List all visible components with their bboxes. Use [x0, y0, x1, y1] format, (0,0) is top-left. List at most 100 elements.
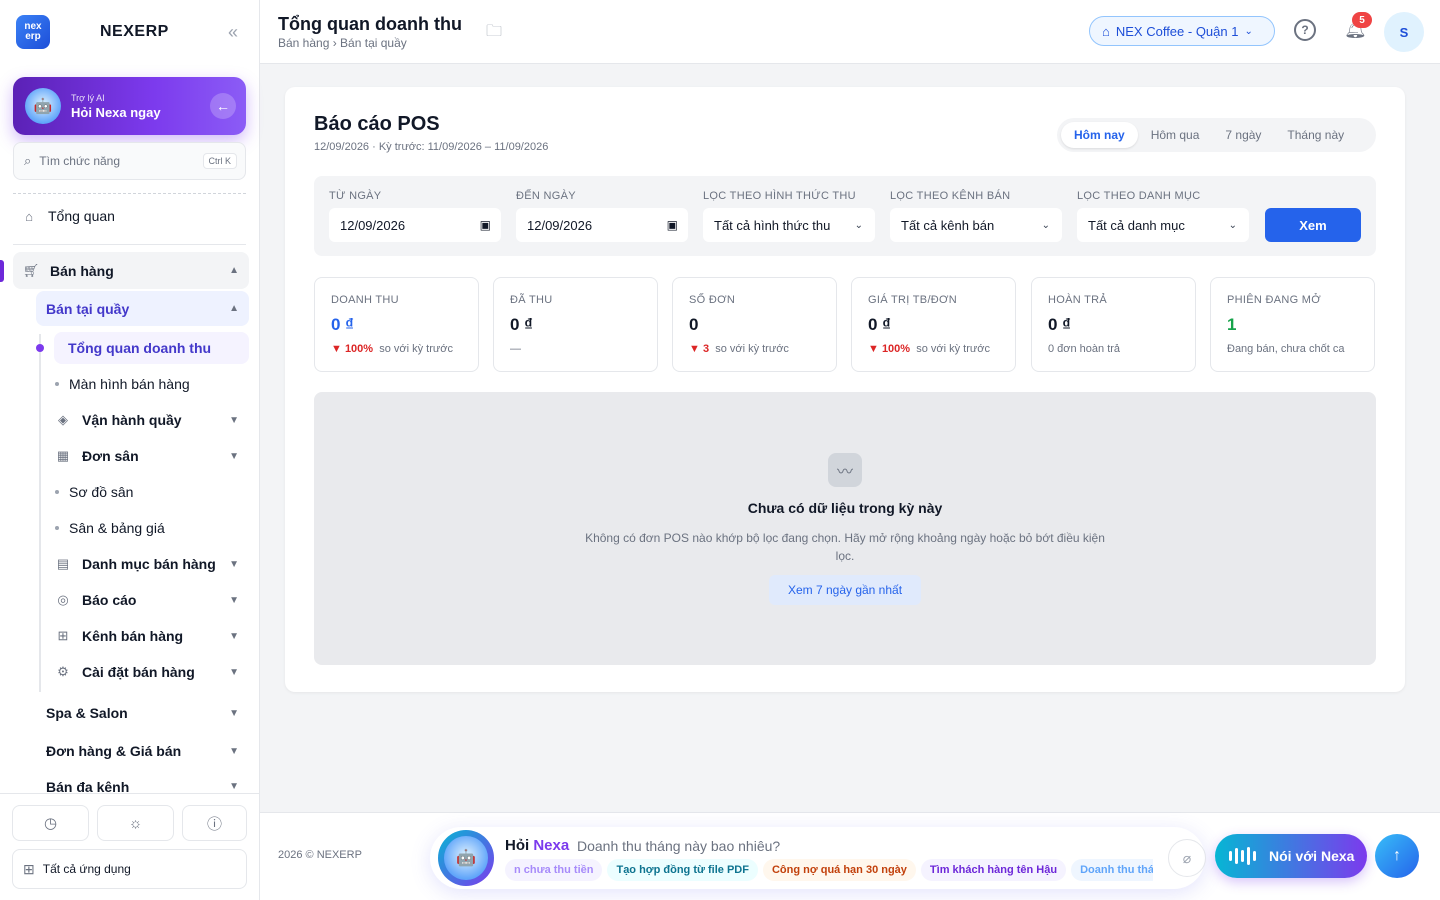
feature-search-input[interactable]: ⌕ Tìm chức năng Ctrl K — [13, 142, 246, 180]
nav-overview[interactable]: ⌂ Tổng quan — [20, 204, 246, 228]
category-select[interactable]: Tất cả danh mục ⌄ — [1077, 208, 1249, 242]
arrow-left-icon[interactable]: ← — [210, 93, 236, 119]
ask-nexa-bar[interactable]: 🤖 Hỏi Nexa Doanh thu tháng này bao nhiêu… — [430, 827, 1206, 889]
alert-circle-icon: ⓘ — [206, 815, 222, 833]
alert-button[interactable]: ⓘ — [182, 805, 247, 841]
ai-assistant-card[interactable]: 🤖 Trợ lý AI Hỏi Nexa ngay ← — [13, 77, 246, 135]
clock-icon: ◷ — [43, 815, 58, 832]
nav-pos[interactable]: Bán tại quầy ▲ — [36, 291, 249, 326]
attach-icon[interactable]: ⌀ — [1168, 839, 1206, 877]
calendar-icon[interactable]: ▣ — [480, 218, 491, 232]
bullet — [55, 526, 59, 530]
nav-court-prices[interactable]: Sân & bảng giá — [55, 518, 245, 538]
ask-input[interactable]: Doanh thu tháng này bao nhiêu? — [577, 838, 780, 854]
stat-delta: ▼ 100% — [868, 343, 911, 355]
to-date-input[interactable]: 12/09/2026 ▣ — [516, 208, 688, 242]
suggestion-chip[interactable]: Tìm khách hàng tên Hậu — [920, 859, 1067, 881]
calendar-icon[interactable]: ▣ — [667, 218, 678, 232]
nexa-avatar: 🤖 — [438, 830, 494, 886]
topbar: Tổng quan doanh thu Bán hàng › Bán tại q… — [260, 0, 1440, 64]
shortcut-hint: Ctrl K — [202, 153, 237, 169]
from-date-input[interactable]: 12/09/2026 ▣ — [329, 208, 501, 242]
period-7-days[interactable]: 7 ngày — [1212, 122, 1274, 148]
nav-sales-catalog-label: Danh mục bán hàng — [82, 556, 216, 572]
to-date-label: ĐẾN NGÀY — [516, 190, 576, 202]
user-avatar[interactable]: S — [1384, 12, 1424, 52]
robot-icon: 🤖 — [444, 836, 488, 880]
suggestion-chip[interactable]: n chưa thu tiền — [505, 859, 603, 881]
period-today[interactable]: Hôm nay — [1061, 122, 1138, 148]
folder-icon[interactable]: 🗀 — [486, 20, 502, 47]
suggestion-chip[interactable]: Công nợ quá hạn 30 ngày — [762, 859, 916, 881]
tree-line — [39, 334, 41, 692]
nexerp-logo[interactable]: nex erp — [16, 15, 50, 49]
view-last-7-days-button[interactable]: Xem 7 ngày gần nhất — [769, 575, 921, 605]
nav-sales-catalog[interactable]: ▤ Danh mục bán hàng ▼ — [54, 554, 249, 574]
theme-toggle-button[interactable]: ☼ — [97, 805, 174, 841]
nav-orders-prices[interactable]: Đơn hàng & Giá bán ▼ — [46, 741, 249, 761]
category-label: LỌC THEO DANH MỤC — [1077, 190, 1201, 202]
stat-value: 0 ₫ — [868, 315, 891, 334]
nav-sales[interactable]: 🛒︎ Bán hàng ▲ — [13, 252, 249, 289]
calendar-icon: ▦ — [56, 448, 70, 463]
home-icon: ⌂ — [25, 208, 33, 224]
nav-spa-label: Spa & Salon — [46, 705, 128, 721]
footer: 2026 © NEXERP 🤖 Hỏi Nexa Doanh thu tháng… — [260, 812, 1440, 900]
store-selector[interactable]: ⌂ NEX Coffee - Quận 1 ⌄ — [1089, 16, 1275, 46]
nav-pos-overview[interactable]: Tổng quan doanh thu — [54, 332, 249, 364]
stat-label: PHIÊN ĐANG MỞ — [1227, 294, 1322, 306]
payment-method-select[interactable]: Tất cả hình thức thu ⌄ — [703, 208, 875, 242]
nav-omnichannel[interactable]: Bán đa kênh ▼ — [46, 779, 249, 793]
send-arrow-icon[interactable]: ↑ — [1375, 834, 1419, 878]
from-date-value: 12/09/2026 — [340, 217, 406, 233]
stat-revenue: DOANH THU 0 ₫ ▼ 100% so với kỳ trước — [314, 277, 479, 372]
active-indicator — [0, 260, 4, 282]
sidebar-footer: ◷ ☼ ⓘ ⊞ Tất cả ứng dụng — [0, 793, 259, 900]
breadcrumb[interactable]: Bán hàng › Bán tại quầy — [278, 36, 407, 50]
period-yesterday[interactable]: Hôm qua — [1138, 122, 1213, 148]
chart-empty-icon: 〰 — [828, 453, 862, 487]
history-button[interactable]: ◷ — [12, 805, 89, 841]
all-apps-button[interactable]: ⊞ Tất cả ứng dụng — [12, 849, 247, 889]
view-button[interactable]: Xem — [1265, 208, 1361, 242]
nav-court-map[interactable]: Sơ đồ sân — [55, 482, 245, 502]
nav-sales-channels[interactable]: ⊞ Kênh bán hàng ▼ — [54, 626, 249, 646]
search-icon: ⌕ — [24, 153, 32, 168]
gear-icon: ⚙ — [57, 664, 69, 679]
store-name: NEX Coffee - Quận 1 — [1115, 23, 1239, 39]
chevron-down-icon: ▼ — [229, 450, 239, 462]
nav-spa[interactable]: Spa & Salon ▼ — [46, 703, 249, 723]
stat-change: ▼ 100% so với kỳ trước — [331, 343, 453, 355]
period-this-month[interactable]: Tháng này — [1274, 122, 1357, 148]
report-subtitle: 12/09/2026 · Kỳ trước: 11/09/2026 – 11/0… — [314, 141, 549, 153]
stat-order-count: SỐ ĐƠN 0 ▼ 3 so với kỳ trước — [672, 277, 837, 372]
stat-refunds: HOÀN TRẢ 0 ₫ 0 đơn hoàn trả — [1031, 277, 1196, 372]
nav-counter-ops[interactable]: ◈ Vận hành quầy ▼ — [54, 410, 249, 430]
stat-note: so với kỳ trước — [379, 343, 453, 355]
suggestion-chip[interactable]: Doanh thu thá — [1071, 859, 1153, 881]
nav-pos-screen[interactable]: Màn hình bán hàng — [55, 374, 245, 394]
help-icon[interactable]: ? — [1294, 19, 1316, 41]
chevron-down-icon: ▼ — [229, 558, 239, 570]
nav-pos-overview-label: Tổng quan doanh thu — [68, 340, 212, 356]
collapse-sidebar-icon[interactable]: « — [228, 22, 238, 43]
chevron-down-icon: ▼ — [229, 666, 239, 678]
stat-label: DOANH THU — [331, 294, 399, 306]
nav-court-map-label: Sơ đồ sân — [69, 484, 134, 500]
stat-note: so với kỳ trước — [715, 343, 789, 355]
stat-delta: ▼ 3 — [689, 343, 710, 355]
talk-to-nexa-button[interactable]: Nói với Nexa — [1215, 834, 1367, 878]
nav-reports[interactable]: ◎ Báo cáo ▼ — [54, 590, 249, 610]
nav-reports-label: Báo cáo — [82, 592, 137, 608]
nav-overview-label: Tổng quan — [48, 208, 115, 224]
channel-select[interactable]: Tất cả kênh bán ⌄ — [890, 208, 1062, 242]
suggestion-chip[interactable]: Tạo hợp đồng từ file PDF — [607, 859, 758, 881]
nav-court-orders[interactable]: ▦ Đơn sân ▼ — [54, 446, 249, 466]
nav-sales-settings[interactable]: ⚙ Cài đặt bán hàng ▼ — [54, 662, 249, 682]
ai-card-title: Hỏi Nexa ngay — [71, 104, 161, 120]
chevron-down-icon: ▼ — [229, 781, 239, 792]
nav-pos-screen-label: Màn hình bán hàng — [69, 376, 190, 392]
page-title: Tổng quan doanh thu — [278, 14, 462, 34]
nav-omnichannel-label: Bán đa kênh — [46, 779, 130, 793]
chevron-down-icon: ▼ — [229, 594, 239, 606]
